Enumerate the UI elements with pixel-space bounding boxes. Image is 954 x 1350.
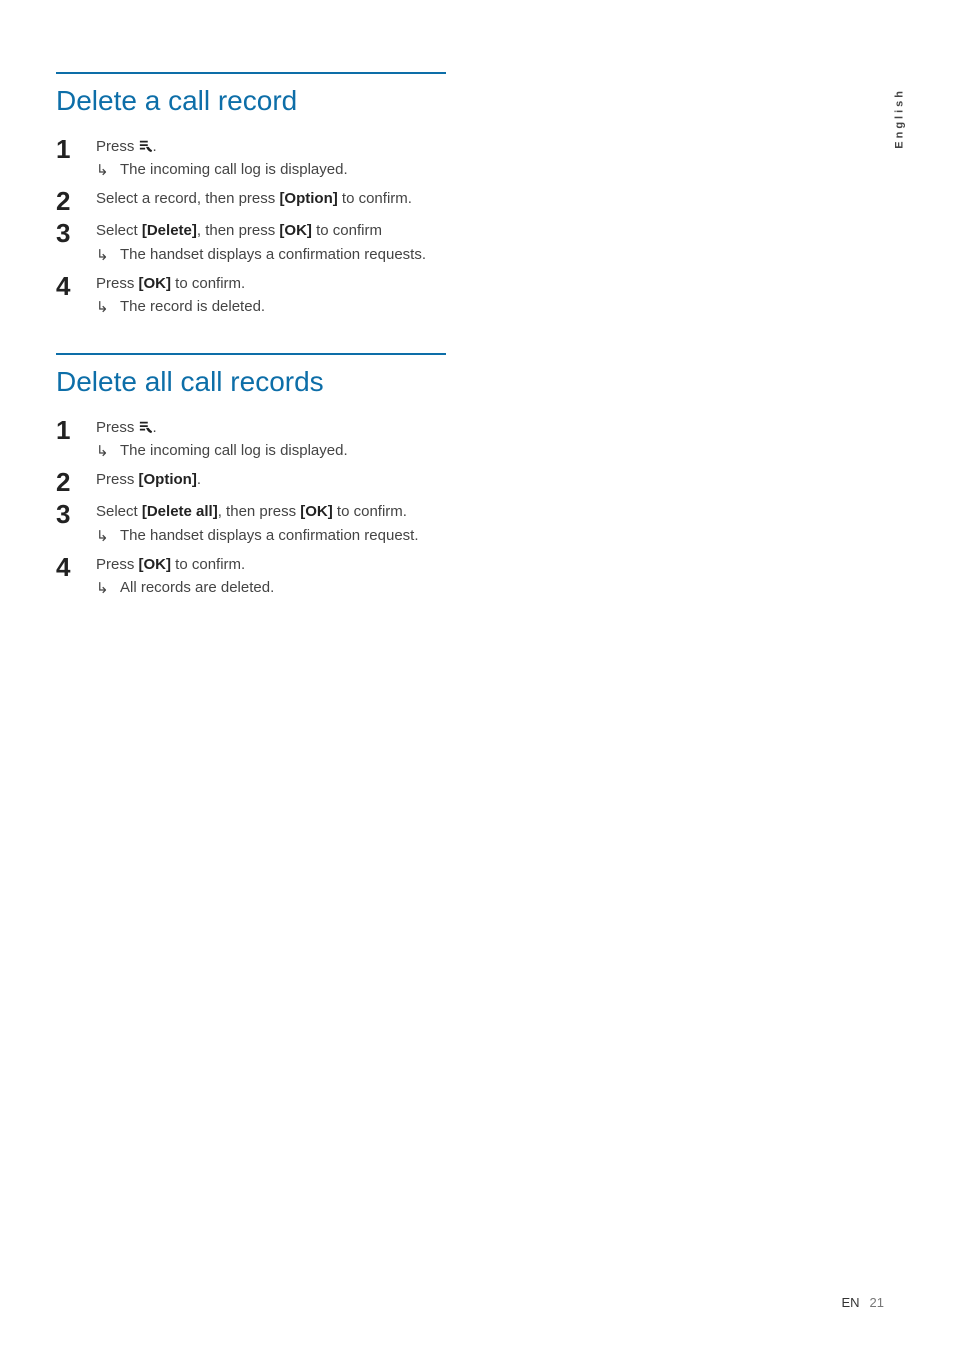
text-fragment: to confirm. — [333, 503, 407, 520]
text-fragment: . — [153, 138, 157, 155]
footer-page-number: 21 — [870, 1295, 884, 1310]
step-text: Press [OK] to confirm. — [96, 273, 446, 295]
text-fragment: , then press — [197, 222, 280, 239]
step-text: Press [OK] to confirm. — [96, 554, 446, 576]
result-arrow-icon: ↳ — [96, 296, 120, 319]
text-fragment: to confirm — [312, 222, 382, 239]
step-text: Select [Delete all], then press [OK] to … — [96, 501, 446, 523]
calllog-icon — [139, 420, 153, 434]
text-fragment: to confirm. — [171, 275, 245, 292]
result-text: The incoming call log is displayed. — [120, 440, 446, 462]
section-rule — [56, 72, 446, 74]
text-fragment: . — [197, 471, 201, 488]
step-number: 4 — [56, 554, 96, 580]
step-body: Select [Delete], then press [OK] to conf… — [96, 220, 446, 267]
step-body: Press . ↳ The incoming call log is displ… — [96, 417, 446, 464]
step-number: 4 — [56, 273, 96, 299]
text-fragment: Select — [96, 503, 142, 520]
result-arrow-icon: ↳ — [96, 577, 120, 600]
step-text: Press . — [96, 417, 446, 439]
bold-label: [Delete] — [142, 222, 197, 239]
step: 1 Press . ↳ The incoming call log is dis… — [56, 136, 446, 183]
result-text: The incoming call log is displayed. — [120, 159, 446, 181]
step: 1 Press . ↳ The incoming call log is dis… — [56, 417, 446, 464]
result-text: The handset displays a confirmation requ… — [120, 525, 446, 547]
step: 4 Press [OK] to confirm. ↳ All records a… — [56, 554, 446, 601]
result-arrow-icon: ↳ — [96, 525, 120, 548]
section-delete-all: Delete all call records 1 Press . ↳ The … — [56, 353, 446, 600]
bold-label: [Option] — [139, 471, 197, 488]
result-row: ↳ The incoming call log is displayed. — [96, 440, 446, 463]
step-number: 3 — [56, 220, 96, 246]
text-fragment: Select — [96, 222, 142, 239]
result-row: ↳ The incoming call log is displayed. — [96, 159, 446, 182]
step-text: Press . — [96, 136, 446, 158]
result-row: ↳ The handset displays a confirmation re… — [96, 244, 446, 267]
bold-label: [OK] — [279, 222, 312, 239]
text-fragment: Press — [96, 419, 139, 436]
step-number: 2 — [56, 469, 96, 495]
calllog-icon — [139, 139, 153, 153]
bold-label: [Delete all] — [142, 503, 218, 520]
text-fragment: Press — [96, 471, 139, 488]
text-fragment: . — [153, 419, 157, 436]
text-fragment: Press — [96, 275, 139, 292]
step-body: Press . ↳ The incoming call log is displ… — [96, 136, 446, 183]
text-fragment: Press — [96, 138, 139, 155]
text-fragment: Select a record, then press — [96, 190, 279, 207]
step-number: 1 — [56, 417, 96, 443]
bold-label: [OK] — [139, 556, 172, 573]
section-title: Delete all call records — [56, 365, 446, 399]
result-arrow-icon: ↳ — [96, 159, 120, 182]
page-footer: EN 21 — [841, 1295, 884, 1310]
result-arrow-icon: ↳ — [96, 244, 120, 267]
bold-label: [OK] — [139, 275, 172, 292]
section-title: Delete a call record — [56, 84, 446, 118]
result-text: The handset displays a confirmation requ… — [120, 244, 446, 266]
step-body: Select [Delete all], then press [OK] to … — [96, 501, 446, 548]
step-body: Press [OK] to confirm. ↳ The record is d… — [96, 273, 446, 320]
footer-language: EN — [841, 1295, 859, 1310]
step-number: 1 — [56, 136, 96, 162]
step: 4 Press [OK] to confirm. ↳ The record is… — [56, 273, 446, 320]
step-text: Select a record, then press [Option] to … — [96, 188, 446, 210]
step: 3 Select [Delete], then press [OK] to co… — [56, 220, 446, 267]
step: 3 Select [Delete all], then press [OK] t… — [56, 501, 446, 548]
result-row: ↳ The record is deleted. — [96, 296, 446, 319]
step-body: Select a record, then press [Option] to … — [96, 188, 446, 210]
result-text: All records are deleted. — [120, 577, 446, 599]
step-number: 3 — [56, 501, 96, 527]
language-tab: English — [894, 88, 906, 149]
result-text: The record is deleted. — [120, 296, 446, 318]
text-fragment: , then press — [218, 503, 301, 520]
step-body: Press [Option]. — [96, 469, 446, 491]
bold-label: [OK] — [300, 503, 333, 520]
step: 2 Press [Option]. — [56, 469, 446, 495]
result-row: ↳ All records are deleted. — [96, 577, 446, 600]
content-column: Delete a call record 1 Press . ↳ The inc… — [56, 72, 446, 600]
text-fragment: Press — [96, 556, 139, 573]
step-number: 2 — [56, 188, 96, 214]
result-row: ↳ The handset displays a confirmation re… — [96, 525, 446, 548]
text-fragment: to confirm. — [171, 556, 245, 573]
result-arrow-icon: ↳ — [96, 440, 120, 463]
section-rule — [56, 353, 446, 355]
step: 2 Select a record, then press [Option] t… — [56, 188, 446, 214]
step-text: Select [Delete], then press [OK] to conf… — [96, 220, 446, 242]
step-text: Press [Option]. — [96, 469, 446, 491]
text-fragment: to confirm. — [338, 190, 412, 207]
step-body: Press [OK] to confirm. ↳ All records are… — [96, 554, 446, 601]
page: English Delete a call record 1 Press . ↳… — [0, 0, 954, 1350]
section-delete-one: Delete a call record 1 Press . ↳ The inc… — [56, 72, 446, 319]
bold-label: [Option] — [279, 190, 337, 207]
